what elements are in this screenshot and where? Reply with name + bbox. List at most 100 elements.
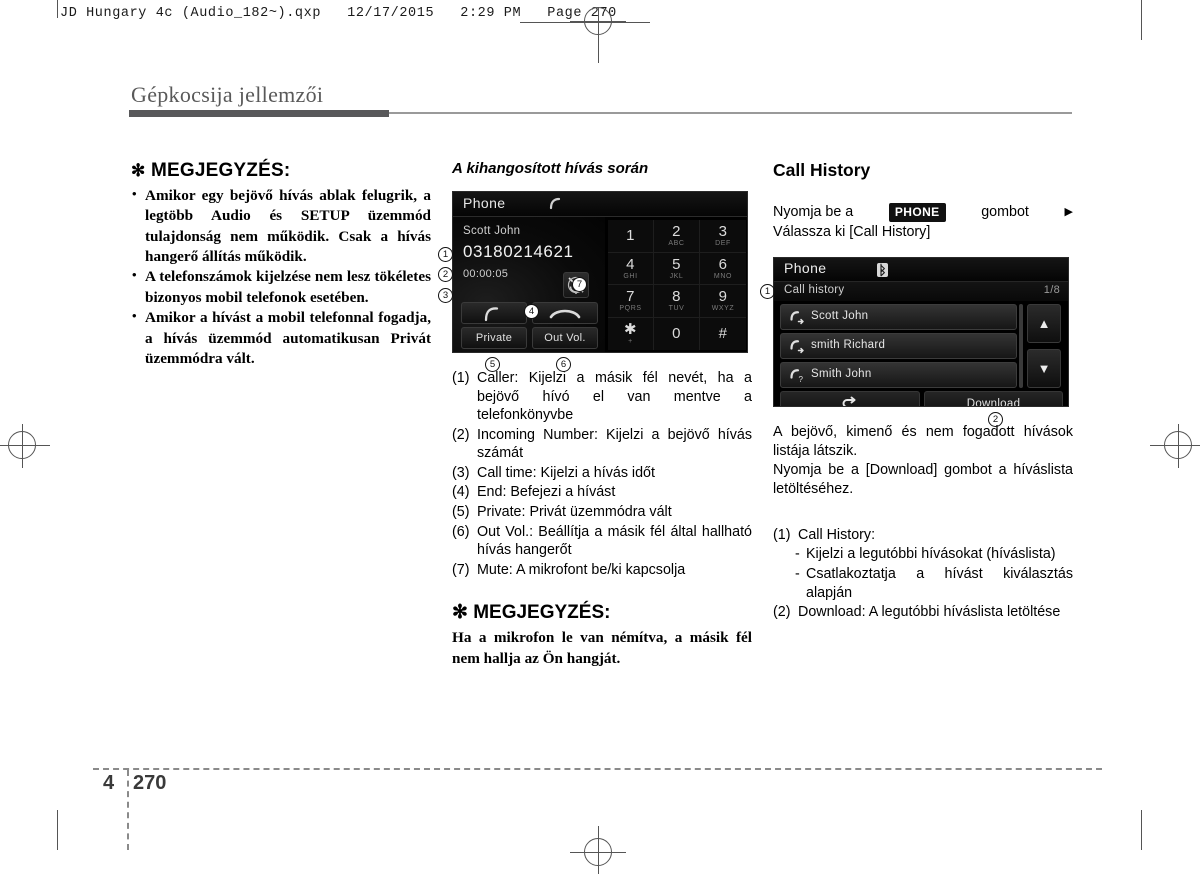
key-letters: JKL [669, 272, 684, 280]
key-hash[interactable]: # [700, 318, 746, 351]
callout-1: 1 [438, 247, 453, 262]
desc-text: Call History: [798, 526, 876, 543]
phone-hardkey-badge[interactable]: PHONE [888, 203, 946, 223]
out-vol-button-label: Out Vol. [544, 332, 586, 344]
left-note-heading-text: MEGJEGYZÉS: [150, 160, 291, 181]
middle-note-body: Ha a mikrofon le van némítva, a másik fé… [452, 629, 752, 667]
title-rule-dark [129, 110, 389, 117]
desc-num: (7) [452, 561, 470, 578]
list-item-label: Smith John [811, 367, 872, 380]
call-history-list: Scott John smith Richard ? Smith John [780, 303, 1017, 391]
desc-num: (4) [452, 484, 470, 501]
list-item-label: Scott John [811, 309, 869, 322]
desc-num: (1) [773, 526, 791, 543]
list-item: Amikor egy bejövő hívás ablak felugrik, … [131, 185, 431, 267]
desc-num: (1) [452, 370, 470, 386]
instruction-row-1: Nyomja be a PHONE gombot ▶ [773, 203, 1073, 223]
download-button[interactable]: Download [924, 390, 1063, 407]
instruction-post: gombot [981, 204, 1029, 220]
call-end-button[interactable] [532, 302, 598, 324]
instruction-row-2: Válassza ki [Call History] [773, 224, 931, 241]
desc-text: Incoming Number: Kijelzi a bejövő hívás … [477, 426, 752, 462]
screen2-title: Phone [784, 259, 827, 276]
callout-5: 5 [485, 357, 500, 372]
key-4[interactable]: 4 GHI [608, 252, 654, 285]
key-0[interactable]: 0 [654, 317, 700, 350]
middle-column: A kihangosított hívás során Phone Scott … [438, 160, 752, 669]
key-digit: 4 [626, 255, 635, 273]
call-history-paragraphs: A bejövő, kimenő és nem fogadott hívások… [773, 423, 1073, 500]
list-item[interactable]: Scott John [780, 303, 1017, 330]
trim-mark-tr-v [1141, 0, 1142, 40]
registration-cross-left-v [22, 424, 23, 468]
trim-mark-bl-v [57, 810, 58, 850]
paragraph-2: Nyomja be a [Download] gombot a híváslis… [773, 462, 1073, 498]
page-number: 270 [133, 772, 167, 794]
desc-text: Out Vol.: Beállítja a másik fél által ha… [477, 523, 752, 559]
page-title: Gépkocsija jellemzői [131, 82, 324, 107]
missed-call-icon: ? [789, 368, 805, 384]
key-6[interactable]: 6 MNO [700, 253, 746, 285]
caller-name: Scott John [463, 225, 521, 237]
call-accept-button[interactable] [461, 302, 527, 324]
list-item: Amikor a hívást a mobil telefonnal fogad… [131, 307, 431, 369]
call-history-figure: Phone Call history 1/8 Scott John smith … [760, 256, 1073, 427]
page-indicator: 1/8 [1043, 283, 1060, 296]
dial-keypad[interactable]: 1 2 ABC 3 DEF 4 GHI 5 JKL 6 MNO 7 PQRS 8 TUV 9W… [608, 220, 746, 350]
list-item[interactable]: smith Richard [780, 332, 1017, 359]
key-letters: TUV [668, 305, 685, 313]
desc-num: (3) [452, 464, 470, 481]
right-description-list: (1) Call History: - Kijelzi a legutóbbi … [773, 526, 1073, 622]
registration-cross-top-v [598, 7, 599, 63]
call-history-heading: Call History [773, 160, 871, 180]
scroll-down-button[interactable]: ▼ [1027, 348, 1061, 388]
desc-text: Mute: A mikrofont be/ki kapcsolja [477, 561, 686, 578]
desc-item-1: (1) Caller: Kijelzi a másik fél nevét, h… [452, 369, 752, 425]
list-item: A telefonszámok kijelzése nem lesz tökél… [131, 266, 431, 308]
back-arrow-icon [842, 396, 856, 406]
registration-cross-right-h [1150, 445, 1200, 446]
chevron-up-icon: ▲ [1037, 315, 1051, 331]
back-button[interactable] [780, 390, 920, 406]
key-1[interactable]: 1 [608, 220, 654, 253]
list-item-label: smith Richard [811, 338, 886, 351]
call-history-subtitle: Call history [784, 283, 845, 296]
key-digit: ✱ [623, 321, 638, 339]
private-button[interactable]: Private [461, 327, 527, 349]
chevron-down-icon: ▼ [1037, 360, 1051, 376]
desc-num: (2) [452, 426, 470, 443]
key-3[interactable]: 3 DEF [700, 220, 746, 253]
middle-note-heading: ✻ MEGJEGYZÉS: [452, 601, 752, 624]
call-time: 00:00:05 [463, 268, 509, 280]
registration-cross-left-h [0, 445, 50, 446]
trim-mark-tl-v [57, 0, 58, 18]
scrollbar[interactable] [1019, 303, 1023, 388]
list-item[interactable]: ? Smith John [780, 361, 1017, 388]
desc-item-7: (7) Mute: A mikrofont be/ki kapcsolja [452, 561, 752, 580]
svg-text:?: ? [799, 375, 804, 384]
scroll-up-button[interactable]: ▲ [1027, 303, 1061, 343]
key-star[interactable]: ✱ + [608, 317, 654, 350]
key-digit: 1 [626, 226, 635, 244]
key-2[interactable]: 2 ABC [654, 220, 700, 253]
middle-note-heading-text: MEGJEGYZÉS: [473, 602, 611, 624]
desc-num: (2) [773, 604, 791, 621]
desc-text: Download: A legutóbbi híváslista letölté… [798, 604, 1061, 621]
key-letters: MNO [713, 272, 733, 280]
desc-item-4: (4) End: Befejezi a hívást [452, 483, 752, 502]
callout-history-2: 2 [988, 411, 1003, 427]
out-vol-button[interactable]: Out Vol. [532, 327, 598, 349]
desc-item-2: (2) Incoming Number: Kijelzi a bejövő hí… [452, 426, 752, 463]
key-8[interactable]: 8 TUV [654, 285, 700, 318]
desc-dash: - [795, 565, 800, 582]
asterisk-icon: ✻ [452, 602, 468, 624]
key-letters: GHI [623, 272, 638, 280]
key-digit: 3 [718, 223, 728, 241]
key-7[interactable]: 7 PQRS [608, 285, 654, 318]
phone-call-screen: Phone Scott John 03180214621 00:00:05 Pr… [452, 191, 748, 353]
key-9[interactable]: 9 WXYZ [700, 285, 746, 318]
download-button-label: Download [966, 397, 1021, 407]
key-5[interactable]: 5 JKL [654, 252, 700, 285]
desc-sub-item: - Csatlakoztatja a hívást kiválasztás al… [773, 565, 1073, 602]
right-column: Call History Nyomja be a PHONE gombot ▶ … [760, 160, 1073, 623]
